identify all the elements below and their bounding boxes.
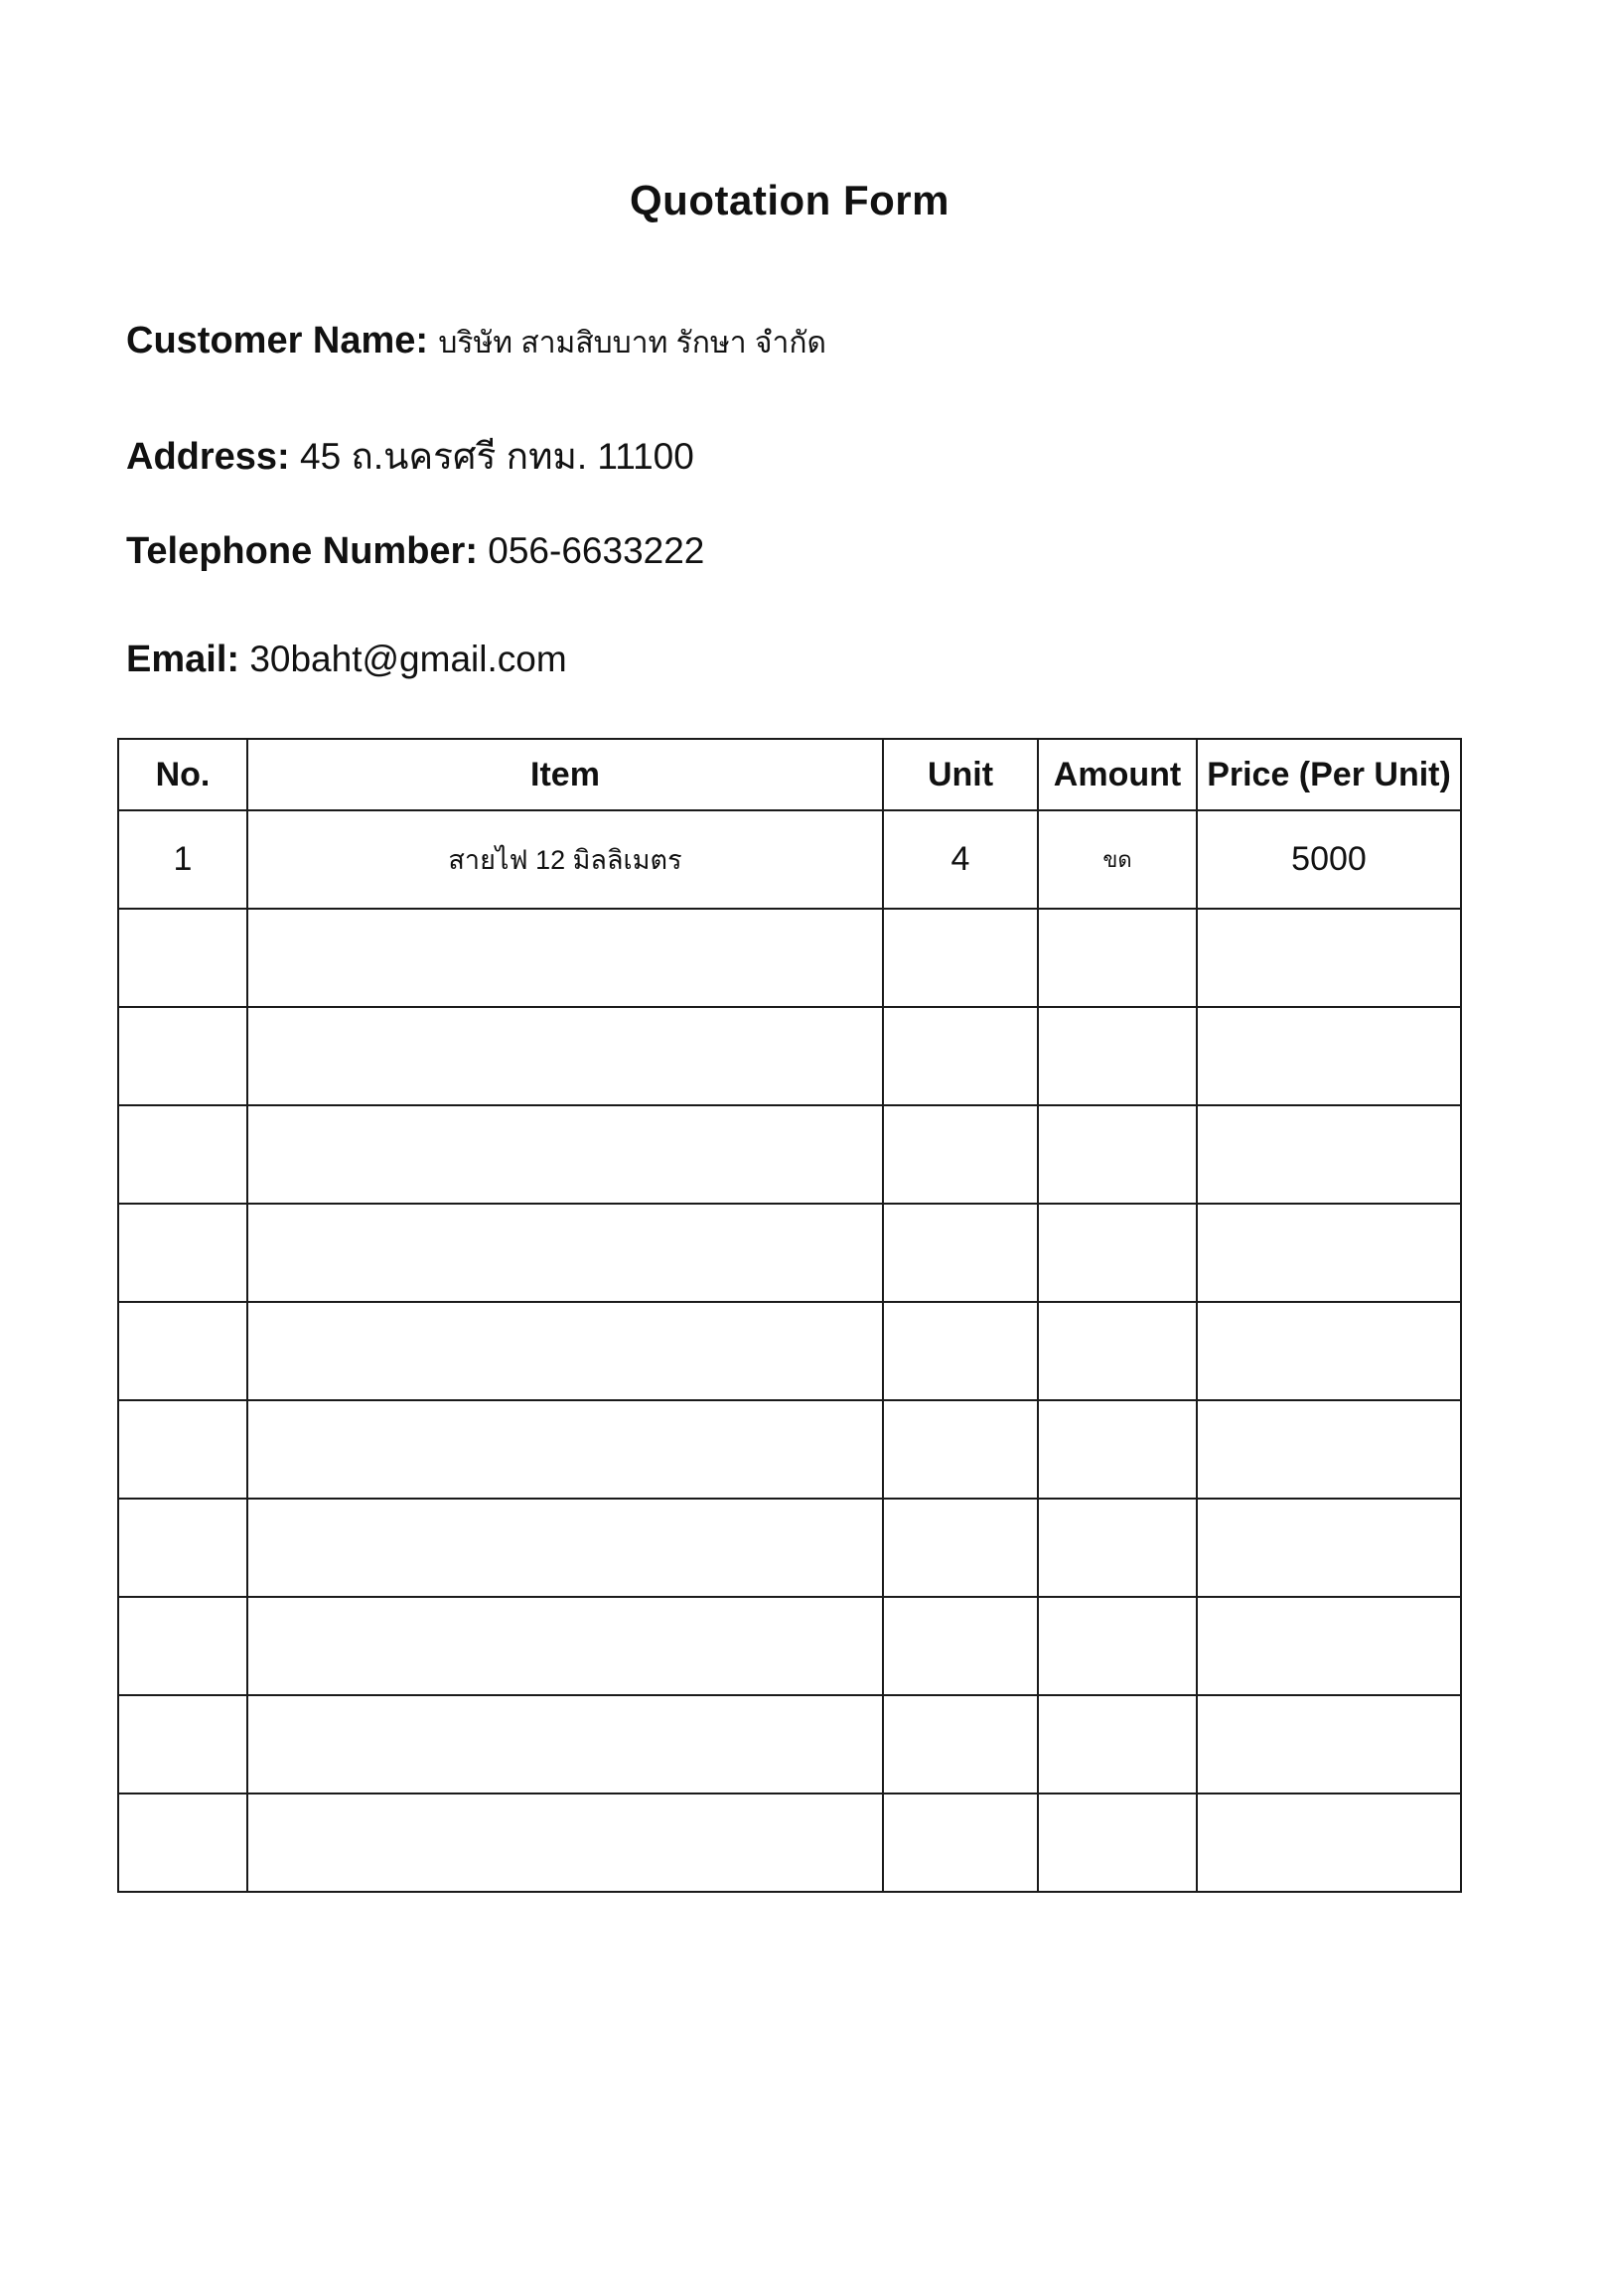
table-row [117,1006,1462,1106]
cell-price [1196,1104,1462,1205]
email-value: 30baht@gmail.com [249,639,567,679]
cell-no [117,1006,248,1106]
cell-item [246,1104,884,1205]
table-row [117,1793,1462,1893]
cell-amount [1037,1399,1198,1500]
cell-price [1196,1498,1462,1598]
table-header-row: No. Item Unit Amount Price (Per Unit) [117,738,1462,811]
table-row: 1 สายไฟ 12 มิลลิเมตร 4 ขด 5000 [117,809,1462,910]
cell-price [1196,1596,1462,1696]
cell-item [246,908,884,1008]
cell-no [117,1793,248,1893]
cell-no [117,1301,248,1401]
cell-price [1196,1694,1462,1794]
cell-unit [882,1498,1039,1598]
cell-amount [1037,1104,1198,1205]
table-row [117,1399,1462,1500]
cell-item [246,1793,884,1893]
cell-price: 5000 [1196,809,1462,910]
cell-no [117,1104,248,1205]
email-label: Email: [126,639,240,680]
header-no: No. [117,738,248,811]
address-label: Address: [126,436,290,478]
cell-amount [1037,1006,1198,1106]
telephone-field: Telephone Number: 056-6633222 [126,530,704,573]
cell-item [246,1301,884,1401]
customer-name-value: บริษัท สามสิบบาท รักษา จำกัด [438,327,826,359]
customer-name-field: Customer Name: บริษัท สามสิบบาท รักษา จำ… [126,320,826,366]
cell-no [117,1203,248,1303]
cell-item [246,1498,884,1598]
cell-unit [882,1301,1039,1401]
quotation-table: No. Item Unit Amount Price (Per Unit) 1 … [117,738,1462,1893]
cell-price [1196,1793,1462,1893]
header-item: Item [246,738,884,811]
cell-item [246,1006,884,1106]
customer-name-label: Customer Name: [126,320,429,361]
cell-amount [1037,1694,1198,1794]
cell-no [117,908,248,1008]
table-row [117,1104,1462,1205]
header-amount: Amount [1037,738,1198,811]
cell-unit: 4 [882,809,1039,910]
cell-price [1196,1301,1462,1401]
cell-unit [882,1399,1039,1500]
cell-unit [882,1694,1039,1794]
email-field: Email: 30baht@gmail.com [126,639,567,681]
table-row [117,1203,1462,1303]
cell-price [1196,1203,1462,1303]
cell-item [246,1596,884,1696]
cell-amount: ขด [1037,809,1198,910]
cell-unit [882,1104,1039,1205]
table-row [117,1596,1462,1696]
cell-no [117,1498,248,1598]
address-value: 45 ถ.นครศรี กทม. 11100 [300,436,694,477]
cell-price [1196,1006,1462,1106]
cell-no [117,1596,248,1696]
cell-amount [1037,1793,1198,1893]
cell-unit [882,908,1039,1008]
cell-unit [882,1596,1039,1696]
cell-item [246,1203,884,1303]
table-row [117,1301,1462,1401]
cell-amount [1037,908,1198,1008]
cell-no [117,1399,248,1500]
cell-no: 1 [117,809,248,910]
telephone-value: 056-6633222 [488,530,705,571]
quotation-page: Quotation Form Customer Name: บริษัท สาม… [0,0,1605,2296]
telephone-label: Telephone Number: [126,530,478,572]
cell-no [117,1694,248,1794]
header-price: Price (Per Unit) [1196,738,1462,811]
page-title: Quotation Form [630,177,949,223]
cell-amount [1037,1498,1198,1598]
cell-amount [1037,1301,1198,1401]
cell-unit [882,1203,1039,1303]
table-row [117,1694,1462,1794]
cell-item [246,1399,884,1500]
cell-unit [882,1793,1039,1893]
cell-item: สายไฟ 12 มิลลิเมตร [246,809,884,910]
address-field: Address: 45 ถ.นครศรี กทม. 11100 [126,427,694,486]
cell-price [1196,908,1462,1008]
table-row [117,908,1462,1008]
cell-item [246,1694,884,1794]
cell-unit [882,1006,1039,1106]
table-row [117,1498,1462,1598]
header-unit: Unit [882,738,1039,811]
cell-price [1196,1399,1462,1500]
cell-amount [1037,1596,1198,1696]
cell-amount [1037,1203,1198,1303]
